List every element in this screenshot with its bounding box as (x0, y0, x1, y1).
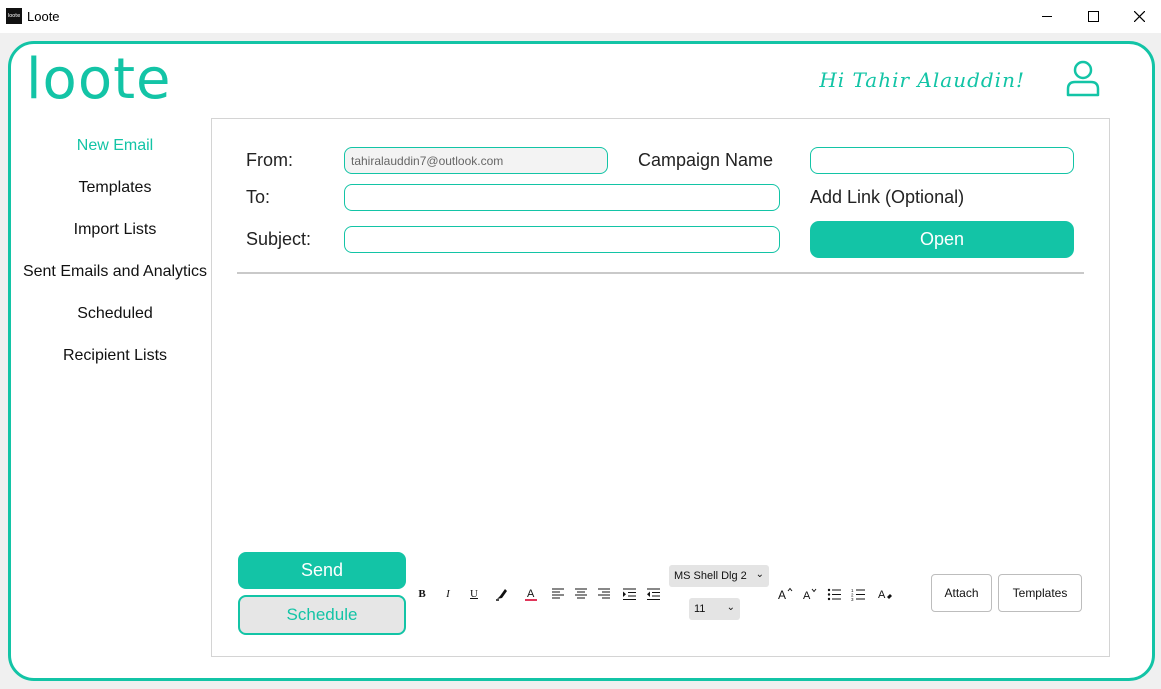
attach-button[interactable]: Attach (931, 574, 992, 612)
sidebar-item-scheduled[interactable]: Scheduled (14, 305, 216, 323)
font-size-value: 11 (694, 603, 706, 615)
align-right-icon (598, 588, 610, 599)
sidebar-item-sent-emails-analytics[interactable]: Sent Emails and Analytics (14, 263, 216, 281)
align-right-button[interactable] (594, 585, 614, 603)
maximize-icon (1087, 11, 1099, 22)
from-field[interactable] (344, 147, 608, 174)
maximize-button[interactable] (1070, 0, 1116, 33)
chevron-down-icon: ⌄ (726, 602, 735, 613)
svg-text:A: A (778, 588, 786, 601)
logo: loote (26, 47, 172, 112)
divider (237, 272, 1084, 274)
from-label: From: (246, 150, 293, 170)
schedule-button[interactable]: Schedule (238, 595, 406, 635)
align-center-icon (575, 588, 587, 599)
highlight-button[interactable] (492, 585, 512, 603)
svg-text:A: A (527, 588, 535, 600)
to-label: To: (246, 187, 271, 207)
font-color-icon: A (525, 588, 537, 601)
sidebar-item-import-lists[interactable]: Import Lists (14, 221, 216, 239)
app-icon: loote (6, 8, 22, 24)
email-body-editor[interactable] (237, 282, 1084, 542)
campaign-name-field[interactable] (810, 147, 1074, 174)
svg-text:A: A (878, 589, 886, 601)
campaign-name-label: Campaign Name (638, 150, 774, 170)
minimize-button[interactable] (1024, 0, 1070, 33)
align-left-icon (552, 588, 564, 599)
indent-icon (622, 588, 636, 600)
bold-button[interactable]: B (412, 585, 432, 603)
sidebar-item-new-email[interactable]: New Email (14, 137, 216, 155)
bullet-list-icon (827, 588, 841, 600)
send-button[interactable]: Send (238, 552, 406, 589)
font-size-select[interactable]: 11 ⌄ (689, 598, 740, 620)
window-title: Loote (27, 9, 60, 24)
svg-text:A: A (803, 590, 811, 601)
align-left-button[interactable] (548, 585, 568, 603)
templates-button[interactable]: Templates (998, 574, 1082, 612)
close-icon (1133, 11, 1145, 22)
sidebar-item-recipient-lists[interactable]: Recipient Lists (14, 347, 216, 365)
italic-button[interactable]: I (438, 585, 458, 603)
decrease-font-button[interactable]: A (800, 585, 820, 603)
subject-label: Subject: (246, 229, 312, 249)
clear-format-icon: A (878, 589, 892, 601)
outdent-icon (646, 588, 660, 600)
add-link-label: Add Link (Optional) (810, 187, 965, 207)
open-link-button[interactable]: Open (810, 221, 1074, 258)
svg-text:3: 3 (851, 597, 854, 601)
indent-button[interactable] (619, 585, 639, 603)
clear-format-button[interactable]: A (875, 585, 895, 603)
align-center-button[interactable] (571, 585, 591, 603)
user-profile-icon[interactable] (1065, 59, 1101, 97)
outdent-button[interactable] (643, 585, 663, 603)
close-button[interactable] (1116, 0, 1161, 33)
underline-button[interactable]: U (464, 585, 484, 603)
font-name-select[interactable]: MS Shell Dlg 2 ⌄ (669, 565, 769, 587)
increase-font-button[interactable]: A (775, 585, 795, 603)
window-title-bar: loote Loote (0, 0, 1161, 33)
bullet-list-button[interactable] (824, 585, 844, 603)
highlighter-icon (496, 589, 507, 601)
grow-font-icon: A (778, 587, 793, 601)
greeting: Hi Tahir Alauddin! (819, 68, 1025, 92)
numbered-list-button[interactable]: 123 (848, 585, 868, 603)
chevron-down-icon: ⌄ (755, 569, 764, 580)
sidebar-item-templates[interactable]: Templates (14, 179, 216, 197)
font-name-value: MS Shell Dlg 2 (674, 570, 747, 582)
minimize-icon (1042, 16, 1052, 17)
shrink-font-icon: A (803, 588, 817, 601)
subject-field[interactable] (344, 226, 780, 253)
numbered-list-icon: 123 (851, 588, 865, 601)
font-color-button[interactable]: A (521, 585, 541, 603)
to-field[interactable] (344, 184, 780, 211)
